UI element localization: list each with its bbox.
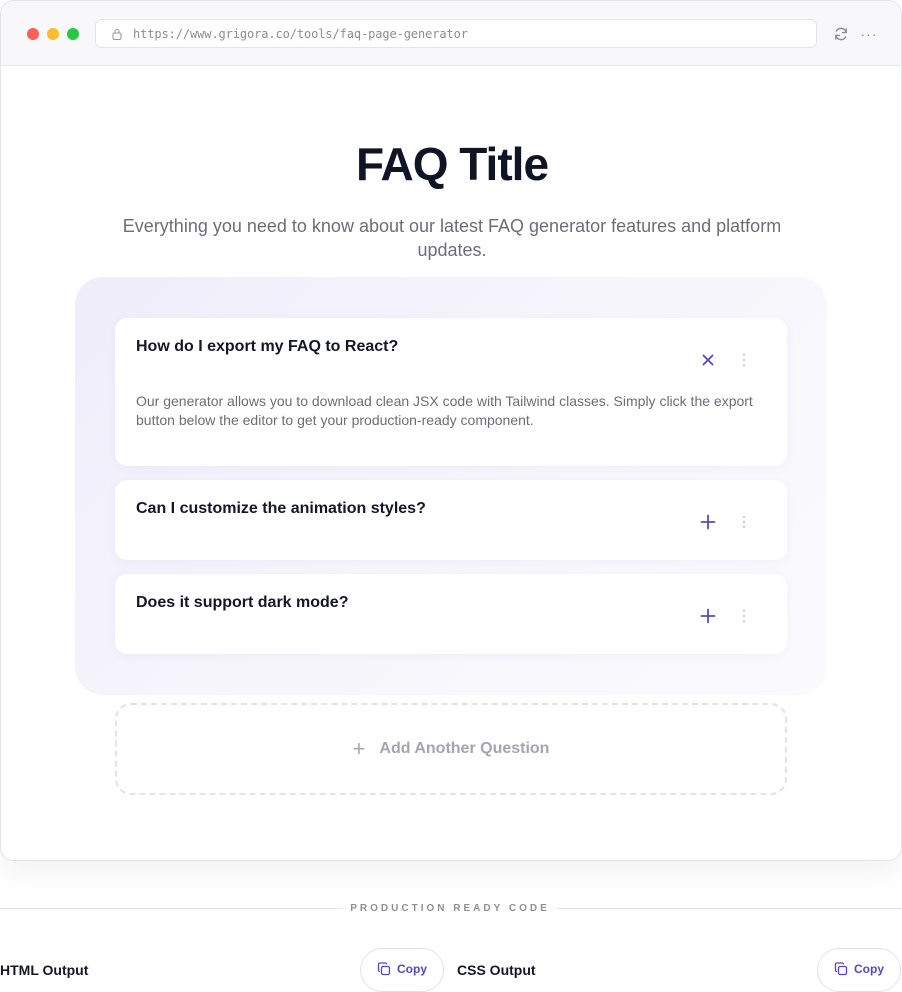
copy-css-button[interactable]: Copy	[817, 948, 901, 992]
copy-icon	[834, 962, 848, 976]
copy-html-button[interactable]: Copy	[360, 948, 444, 992]
divider	[0, 908, 343, 909]
faq-item[interactable]: How do I export my FAQ to React? Our gen…	[115, 318, 787, 466]
browser-toolbar: https://www.grigora.co/tools/faq-page-ge…	[1, 1, 901, 66]
css-output-label: CSS Output	[457, 962, 536, 978]
divider	[557, 908, 902, 909]
section-label: PRODUCTION READY CODE	[350, 903, 550, 914]
copy-label: Copy	[854, 962, 884, 976]
faq-item[interactable]: Can I customize the animation styles?	[115, 480, 787, 560]
drag-handle-icon[interactable]	[740, 514, 748, 530]
add-question-label: Add Another Question	[379, 740, 550, 757]
add-question-button[interactable]: + Add Another Question	[115, 703, 787, 795]
plus-icon[interactable]	[698, 512, 718, 532]
faq-question[interactable]: How do I export my FAQ to React?	[136, 338, 398, 356]
window-close-dot[interactable]	[27, 28, 39, 40]
plus-icon[interactable]	[698, 606, 718, 626]
faq-item[interactable]: Does it support dark mode?	[115, 574, 787, 654]
faq-question[interactable]: Does it support dark mode?	[136, 594, 348, 612]
address-bar[interactable]: https://www.grigora.co/tools/faq-page-ge…	[95, 19, 817, 48]
drag-handle-icon[interactable]	[740, 608, 748, 624]
window-maximize-dot[interactable]	[67, 28, 79, 40]
more-options-icon[interactable]: ···	[860, 25, 878, 43]
page-title: FAQ Title	[355, 138, 549, 190]
html-output-label: HTML Output	[0, 962, 89, 978]
faq-answer: Our generator allows you to download cle…	[136, 393, 753, 428]
lock-icon	[112, 28, 122, 40]
close-icon[interactable]	[698, 350, 718, 370]
copy-label: Copy	[397, 962, 427, 976]
page-subtitle: Everything you need to know about our la…	[122, 216, 782, 260]
drag-handle-icon[interactable]	[740, 352, 748, 368]
plus-icon: +	[352, 736, 366, 761]
copy-icon	[377, 962, 391, 976]
url-text: https://www.grigora.co/tools/faq-page-ge…	[133, 26, 468, 41]
faq-question[interactable]: Can I customize the animation styles?	[136, 500, 426, 518]
refresh-icon[interactable]	[832, 25, 850, 43]
window-minimize-dot[interactable]	[47, 28, 59, 40]
